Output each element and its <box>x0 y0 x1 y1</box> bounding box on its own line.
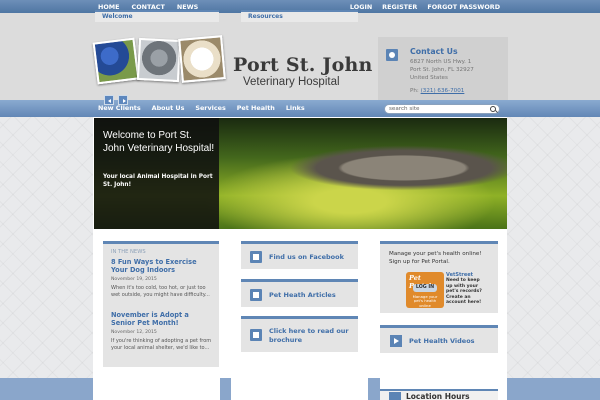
location-hours-label: Location Hours <box>406 392 470 400</box>
slider-caption: Welcome to Port St. John Veterinary Hosp… <box>94 118 219 229</box>
header: Port St. John Veterinary Hospital Contac… <box>0 13 600 109</box>
footer-column <box>231 378 368 400</box>
contact-phone: Ph: (321) 636-7001 <box>410 88 464 94</box>
search-input[interactable]: search site <box>384 103 500 114</box>
address-line: Port St. John, FL 32927 <box>410 67 474 73</box>
address-line: United States <box>410 75 448 81</box>
videos-card[interactable]: Pet Health Videos <box>380 325 498 353</box>
facebook-link[interactable]: Find us on Facebook <box>269 253 355 262</box>
nav-item-links[interactable]: Links <box>286 104 305 112</box>
contact-title[interactable]: Contact Us <box>410 47 458 56</box>
contact-box: Contact Us 6827 North US Hwy. 1 Port St.… <box>378 37 508 109</box>
pet-portal-box: Manage your pet's health online! Sign up… <box>380 241 498 313</box>
news-card: IN THE NEWS 8 Fun Ways to Exercise Your … <box>103 241 219 367</box>
stethoscope-icon <box>250 289 262 301</box>
pet-portal-logo[interactable]: Pet Portal LOG IN Manage your pet's heal… <box>406 272 444 308</box>
news-title[interactable]: 8 Fun Ways to Exercise Your Dog Indoors <box>111 258 215 274</box>
nav-item-about-us[interactable]: About Us <box>152 104 185 112</box>
news-label: IN THE NEWS <box>111 249 146 255</box>
play-icon <box>390 335 402 347</box>
nav-item-pet-health[interactable]: Pet Health <box>237 104 275 112</box>
pet-portal-login-button[interactable]: LOG IN <box>413 284 437 292</box>
resources-heading: Resources <box>241 10 358 22</box>
pet-portal-create-account[interactable]: Create an account here! <box>446 295 486 306</box>
logo-title[interactable]: Port St. John <box>233 54 372 76</box>
nav-item-services[interactable]: Services <box>195 104 225 112</box>
brochure-link[interactable]: Click here to read our brochure <box>269 327 355 345</box>
footer-column <box>93 378 220 400</box>
top-link-forgot-password[interactable]: FORGOT PASSWORD <box>427 3 500 11</box>
slider-title: Welcome to Port St. John Veterinary Hosp… <box>103 130 215 154</box>
slider-prev-button[interactable] <box>104 95 114 105</box>
pet-portal-text: Manage your pet's health online! Sign up… <box>389 251 482 266</box>
logo-subtitle[interactable]: Veterinary Hospital <box>243 76 340 88</box>
main-nav: New Clients About Us Services Pet Health… <box>0 100 600 117</box>
top-link-register[interactable]: REGISTER <box>382 3 417 11</box>
news-excerpt: If you're thinking of adopting a pet fro… <box>111 338 212 352</box>
dog-photo <box>178 35 226 83</box>
pet-portal-tagline: Manage your pet's health online <box>412 294 438 308</box>
phone-label: Ph: <box>410 88 419 94</box>
phone-link[interactable]: (321) 636-7001 <box>421 88 465 94</box>
news-date: November 19, 2015 <box>111 277 157 282</box>
footer-strip <box>0 378 600 400</box>
videos-link[interactable]: Pet Health Videos <box>409 337 475 345</box>
brochure-icon <box>250 329 262 341</box>
nav-item-new-clients[interactable]: New Clients <box>98 104 141 112</box>
welcome-heading: Welcome <box>95 10 219 22</box>
cat-photo <box>136 37 182 83</box>
brochure-card[interactable]: Click here to read our brochure <box>241 316 358 352</box>
slider-next-button[interactable] <box>118 95 128 105</box>
parrot-photo <box>92 37 140 85</box>
pet-portal-side: VetStreet Need to keep up with your pet'… <box>446 272 486 306</box>
clock-icon <box>389 392 401 400</box>
address-line: 6827 North US Hwy. 1 <box>410 59 472 65</box>
articles-card[interactable]: Pet Heath Articles <box>241 279 358 307</box>
pet-portal-side-text: Need to keep up with your pet's records? <box>446 278 482 295</box>
location-hours-heading: Location Hours <box>380 389 498 400</box>
facebook-card[interactable]: Find us on Facebook <box>241 241 358 269</box>
contact-address: 6827 North US Hwy. 1 Port St. John, FL 3… <box>410 58 474 82</box>
news-title[interactable]: November is Adopt a Senior Pet Month! <box>111 311 215 327</box>
search-icon[interactable] <box>490 105 496 112</box>
contact-card-icon <box>386 49 398 61</box>
news-excerpt: When it's too cold, too hot, or just too… <box>111 285 210 299</box>
slider-subtitle: Your local Animal Hospital in Port St. J… <box>103 174 213 188</box>
news-date: November 12, 2015 <box>111 330 157 335</box>
facebook-icon <box>250 251 262 263</box>
search-placeholder: search site <box>389 105 420 112</box>
articles-link[interactable]: Pet Heath Articles <box>269 291 355 300</box>
